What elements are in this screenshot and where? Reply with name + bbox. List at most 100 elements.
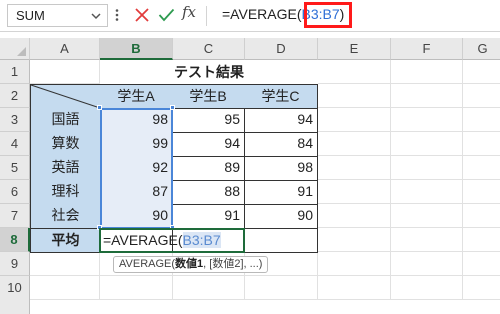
score-cell[interactable]: 94 (244, 108, 318, 133)
formula-input[interactable]: =AVERAGE(B3:B7) (222, 6, 344, 22)
column-header-a[interactable]: A (30, 38, 100, 60)
range-handle-top-right[interactable] (170, 105, 175, 110)
cell[interactable] (30, 60, 100, 84)
column-header-d[interactable]: D (245, 38, 318, 60)
score-cell[interactable]: 98 (100, 108, 173, 133)
column-header-b[interactable]: B (100, 38, 173, 60)
row-header-10[interactable]: 10 (0, 276, 30, 314)
score-cell[interactable]: 91 (172, 204, 245, 229)
subject-label[interactable]: 国語 (30, 108, 101, 133)
row-header-9[interactable]: 9 (0, 252, 30, 276)
subject-label[interactable]: 英語 (30, 156, 101, 181)
row-header-1[interactable]: 1 (0, 60, 30, 84)
score-cell[interactable]: 91 (244, 180, 318, 205)
column-header-c[interactable]: C (173, 38, 245, 60)
cell[interactable] (318, 60, 391, 84)
cell[interactable] (391, 204, 463, 228)
cell[interactable] (391, 228, 463, 252)
row-header-4[interactable]: 4 (0, 132, 30, 156)
edit-reference: B3:B7 (182, 232, 221, 248)
cell[interactable] (318, 180, 391, 204)
cell[interactable] (463, 228, 500, 252)
chevron-down-icon[interactable] (90, 11, 102, 21)
score-cell[interactable]: 87 (100, 180, 173, 205)
row-header-2[interactable]: 2 (0, 84, 30, 108)
row-header-8[interactable]: 8 (0, 228, 30, 252)
insert-function-button[interactable]: fx (182, 3, 196, 21)
cell[interactable] (463, 276, 500, 300)
cell[interactable] (391, 108, 463, 132)
cell[interactable] (463, 180, 500, 204)
cell[interactable] (173, 276, 245, 300)
cell[interactable] (463, 60, 500, 84)
cell[interactable] (463, 156, 500, 180)
score-cell[interactable]: 94 (172, 132, 245, 157)
cell[interactable] (463, 204, 500, 228)
function-tooltip[interactable]: AVERAGE(数値1, [数値2], ...) (113, 256, 269, 273)
row-header-3[interactable]: 3 (0, 108, 30, 132)
cell[interactable] (391, 132, 463, 156)
cell[interactable] (463, 108, 500, 132)
cell[interactable] (318, 84, 391, 108)
cell[interactable] (318, 156, 391, 180)
cell[interactable] (318, 252, 391, 276)
cell[interactable] (100, 276, 173, 300)
score-cell[interactable]: 89 (172, 156, 245, 181)
cell[interactable] (318, 204, 391, 228)
cell[interactable] (30, 276, 100, 300)
cell[interactable] (463, 84, 500, 108)
column-header-f[interactable]: F (391, 38, 463, 60)
enter-check-icon[interactable] (158, 7, 175, 23)
formula-suffix: ) (339, 6, 345, 22)
name-box[interactable]: SUM (7, 4, 108, 27)
cell[interactable] (318, 132, 391, 156)
score-cell[interactable]: 99 (100, 132, 173, 157)
subject-label[interactable]: 算数 (30, 132, 101, 157)
cell[interactable] (391, 180, 463, 204)
row-header-7[interactable]: 7 (0, 204, 30, 228)
cell[interactable] (318, 276, 391, 300)
student-header-a[interactable]: 学生A (100, 84, 173, 109)
average-label[interactable]: 平均 (30, 228, 101, 253)
cancel-icon[interactable] (134, 7, 150, 23)
cell[interactable] (318, 228, 391, 252)
formula-bar-divider (206, 6, 207, 26)
cell[interactable] (391, 156, 463, 180)
formula-prefix: =AVERAGE( (222, 6, 302, 22)
student-header-c[interactable]: 学生C (244, 84, 318, 109)
cell[interactable] (391, 60, 463, 84)
range-handle-bottom-left[interactable] (97, 225, 102, 230)
edit-prefix: =AVERAGE( (103, 232, 183, 248)
score-cell[interactable]: 92 (100, 156, 173, 181)
cell[interactable] (318, 108, 391, 132)
more-options-icon[interactable] (114, 8, 120, 22)
score-cell[interactable]: 90 (244, 204, 318, 229)
score-cell[interactable]: 90 (100, 204, 173, 229)
table-title[interactable]: テスト結果 (100, 60, 318, 84)
column-header-e[interactable]: E (318, 38, 391, 60)
column-header-g[interactable]: G (463, 38, 500, 60)
score-cell[interactable]: 88 (172, 180, 245, 205)
cell[interactable] (245, 276, 318, 300)
subject-label[interactable]: 理科 (30, 180, 101, 205)
row-header-5[interactable]: 5 (0, 156, 30, 180)
score-cell[interactable]: 98 (244, 156, 318, 181)
score-cell[interactable]: 95 (172, 108, 245, 133)
subject-label[interactable]: 社会 (30, 204, 101, 229)
cell[interactable] (463, 132, 500, 156)
cell[interactable] (391, 276, 463, 300)
cell[interactable] (30, 252, 100, 276)
range-handle-top-left[interactable] (97, 105, 102, 110)
cell[interactable] (391, 84, 463, 108)
cell[interactable] (463, 252, 500, 276)
select-all-corner[interactable] (0, 38, 30, 60)
name-box-value: SUM (16, 8, 45, 23)
diagonal-line (30, 84, 101, 109)
average-cell-d[interactable] (244, 228, 318, 253)
cell[interactable] (391, 252, 463, 276)
student-header-b[interactable]: 学生B (172, 84, 245, 109)
row-header-6[interactable]: 6 (0, 180, 30, 204)
cell-edit-input[interactable]: =AVERAGE(B3:B7 (103, 230, 221, 251)
formula-bar: SUM fx =AVERAGE(B3:B7) (0, 0, 500, 32)
score-cell[interactable]: 84 (244, 132, 318, 157)
